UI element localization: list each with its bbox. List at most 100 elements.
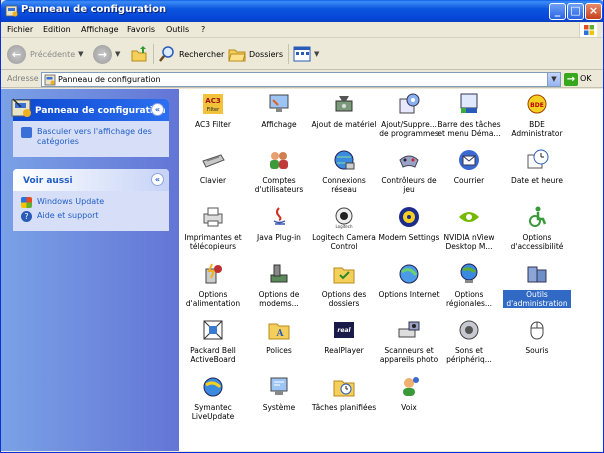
symantec-liveupdate-icon [203, 377, 223, 397]
control-panel-item[interactable]: Java Plug-in [245, 204, 313, 242]
address-field[interactable]: Panneau de configuration ▼ [41, 72, 561, 87]
see-also-card: Voir aussi « Windows Update ? Aide et su… [13, 169, 169, 231]
views-icon [293, 46, 311, 62]
control-panel-item[interactable]: A Polices [245, 317, 313, 355]
title-bar[interactable]: Panneau de configuration _ □ × [1, 0, 603, 22]
forward-button[interactable]: → ▼ [93, 44, 120, 64]
item-label: Voix [401, 403, 417, 412]
menu-affichage[interactable]: Affichage [81, 25, 119, 34]
control-panel-item[interactable]: real RealPlayer [310, 317, 378, 355]
menu-help[interactable]: ? [201, 25, 205, 34]
up-folder-button[interactable] [130, 44, 148, 64]
control-panel-item[interactable]: Imprimantes et télécopieurs [179, 204, 247, 251]
folders-label: Dossiers [249, 49, 283, 59]
svg-text:BDE: BDE [530, 102, 544, 109]
control-panel-item[interactable]: Options Internet [375, 261, 443, 299]
collapse-chevron-icon[interactable]: « [151, 103, 164, 116]
control-panel-item[interactable]: Options des dossiers [310, 261, 378, 308]
collapse-chevron-icon[interactable]: « [151, 173, 164, 186]
folder-options-icon [333, 267, 355, 284]
control-panel-item[interactable]: Ajout de matériel [310, 91, 378, 129]
menu-outils[interactable]: Outils [166, 25, 189, 34]
control-panel-item[interactable]: Ajout/Suppre... de programmes [375, 91, 443, 138]
control-panel-item[interactable]: Courrier [435, 147, 503, 185]
item-label: Imprimantes et télécopieurs [184, 233, 242, 251]
view-button[interactable]: ▼ [293, 44, 319, 64]
control-panel-item[interactable]: Clavier [179, 147, 247, 185]
go-arrow-icon[interactable]: → [564, 73, 578, 86]
control-panel-item[interactable]: Logitech Logitech Camera Control [310, 204, 378, 251]
help-support-link[interactable]: ? Aide et support [21, 211, 161, 222]
search-button[interactable]: Rechercher [158, 44, 224, 64]
control-panel-item[interactable]: Packard Bell ActiveBoard [179, 317, 247, 364]
back-button[interactable]: ← Précédente ▼ [7, 44, 84, 64]
control-panel-item[interactable]: Souris [503, 317, 571, 355]
task-pane: Panneau de configuration « Basculer vers… [1, 89, 179, 451]
go-button-label[interactable]: OK [580, 74, 592, 83]
display-icon [269, 94, 289, 112]
control-panel-item[interactable]: Contrôleurs de jeu [375, 147, 443, 194]
control-panel-icon [44, 74, 56, 86]
menu-fichier[interactable]: Fichier [7, 25, 33, 34]
close-button[interactable]: × [585, 3, 602, 20]
switch-view-link[interactable]: Basculer vers l'affichage des catégories [21, 127, 161, 147]
control-panel-item[interactable]: Sons et périphériq... [435, 317, 503, 364]
menu-edition[interactable]: Edition [43, 25, 71, 34]
internet-options-icon [399, 264, 419, 284]
card-body: Basculer vers l'affichage des catégories [13, 121, 169, 158]
control-panel-item[interactable]: AC3 Filter AC3 Filter [179, 91, 247, 129]
maximize-button[interactable]: □ [567, 3, 584, 20]
control-panel-item[interactable]: Affichage [245, 91, 313, 129]
control-panel-item[interactable]: Outils d'administration [503, 261, 571, 308]
speech-icon [403, 377, 419, 396]
item-label: Options Internet [378, 290, 440, 299]
item-label: Symantec LiveUpdate [191, 403, 235, 421]
svg-text:AC3: AC3 [205, 97, 221, 105]
menu-favoris[interactable]: Favoris [127, 25, 155, 34]
control-panel-item[interactable]: Comptes d'utilisateurs [245, 147, 313, 194]
card-header[interactable]: Panneau de configuration « [11, 98, 169, 121]
item-label: Date et heure [511, 176, 563, 185]
control-panel-item[interactable]: Options d'accessibilité [503, 204, 571, 251]
windows-update-link[interactable]: Windows Update [21, 197, 161, 208]
printers-faxes-icon [203, 207, 223, 227]
item-label: Java Plug-in [257, 233, 301, 242]
control-panel-item[interactable]: Symantec LiveUpdate [179, 374, 247, 421]
control-panel-item[interactable]: Système [245, 374, 313, 412]
control-panel-item[interactable]: Scanneurs et appareils photo [375, 317, 443, 364]
bde-administrator-icon: BDE [527, 94, 547, 114]
modem-settings-icon [399, 207, 419, 227]
toolbar-separator [288, 44, 289, 64]
control-panel-item[interactable]: BDE BDE Administrator [503, 91, 571, 138]
item-label: Modem Settings [378, 233, 440, 242]
nvidia-nview-icon [459, 212, 479, 222]
folders-button[interactable]: Dossiers [228, 44, 283, 64]
control-panel-item[interactable]: Tâches planifiées [310, 374, 378, 412]
item-label: Ajout de matériel [311, 120, 377, 129]
control-panel-item[interactable]: Options d'alimentation [179, 261, 247, 308]
up-folder-icon [131, 46, 147, 62]
card-title: Voir aussi [23, 176, 73, 186]
control-panel-item[interactable]: NVIDIA nView Desktop M... [435, 204, 503, 251]
folders-icon [228, 49, 246, 62]
help-icon: ? [21, 211, 32, 222]
minimize-button[interactable]: _ [549, 3, 566, 20]
control-panel-item[interactable]: Voix [375, 374, 443, 412]
back-arrow-icon: ← [7, 44, 26, 64]
modem-options-icon [270, 264, 288, 283]
card-body: Windows Update ? Aide et support [13, 191, 169, 233]
control-panel-item[interactable]: Connexions réseau [310, 147, 378, 194]
control-panel-item[interactable]: Date et heure [503, 147, 571, 185]
item-label: AC3 Filter [195, 120, 231, 129]
taskbar-start-menu-icon [460, 93, 478, 113]
explorer-window: Panneau de configuration _ □ × Fichier E… [0, 0, 604, 453]
card-header[interactable]: Voir aussi « [13, 169, 169, 191]
control-panel-item[interactable]: Options régionales... [435, 261, 503, 308]
mouse-icon [530, 321, 544, 340]
address-dropdown-icon[interactable]: ▼ [547, 73, 560, 86]
forward-arrow-icon: → [93, 44, 112, 64]
control-panel-item[interactable]: Modem Settings [375, 204, 443, 242]
switch-view-label: Basculer vers l'affichage des catégories [37, 127, 152, 146]
control-panel-item[interactable]: Options de modems... [245, 261, 313, 308]
control-panel-item[interactable]: Barre des tâches et menu Déma... [435, 91, 503, 138]
